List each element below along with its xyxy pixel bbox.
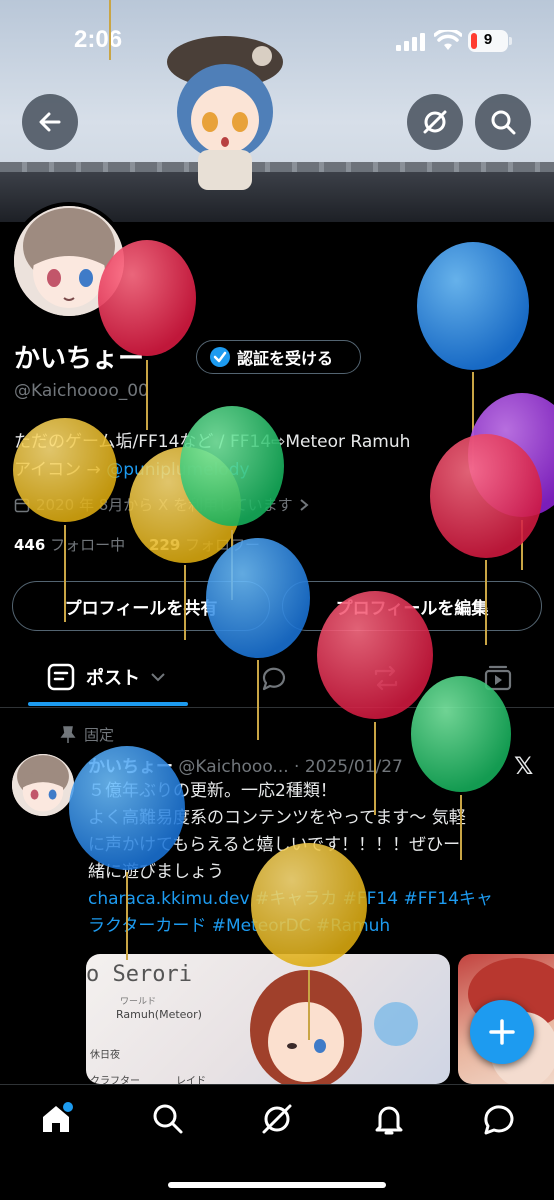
post-links-line-1[interactable]: characa.kkimu.dev #キャラカ #FF14 #FF14キャ — [88, 886, 544, 913]
profile-tabs: ポスト — [0, 648, 554, 708]
profile-avatar[interactable] — [10, 202, 128, 320]
post-body[interactable]: ５億年ぶりの更新。一応2種類！ よく高難易度系のコンテンツをやってます〜 気軽 … — [88, 778, 544, 940]
chevron-down-icon — [151, 673, 165, 682]
calendar-icon — [14, 498, 30, 512]
following-label: フォロー中 — [50, 536, 126, 554]
followers-count: 229 — [148, 536, 181, 554]
bio-line-1: ただのゲーム垢/FF14など / FF14⇨Meteor Ramuh — [14, 432, 411, 452]
pin-icon — [60, 725, 76, 743]
profile-display-name: かいちょー — [14, 344, 145, 374]
tab-media-icon[interactable] — [482, 662, 514, 694]
battery-icon: 9 — [468, 30, 508, 52]
post-avatar-illustration — [12, 754, 74, 816]
search-icon — [491, 110, 516, 135]
chevron-right-icon — [299, 498, 309, 511]
battery-level: 9 — [483, 31, 493, 48]
tab-active-indicator — [28, 702, 188, 706]
following-link[interactable]: 446 フォロー中 — [14, 536, 125, 554]
plus-icon — [489, 1019, 515, 1045]
card-character-portrait — [250, 970, 418, 1084]
edit-profile-button[interactable]: プロフィールを編集 — [282, 581, 542, 631]
post-line-2: よく高難易度系のコンテンツをやってます〜 気軽 — [88, 808, 466, 828]
pinned-indicator: 固定 — [60, 724, 114, 745]
following-count: 446 — [14, 536, 46, 554]
post-line-3: に声かけてもらえると嬉しいです！！！！ぜひー — [88, 835, 461, 855]
card-title: o Serori — [86, 962, 192, 987]
tab-posts-label: ポスト — [86, 668, 140, 689]
home-icon[interactable] — [38, 1101, 74, 1137]
cellular-signal-icon — [396, 33, 425, 51]
compose-post-button[interactable] — [470, 1000, 534, 1064]
bio-mention-link[interactable]: @puniplumelody — [106, 460, 249, 480]
balloon-blue-2 — [206, 538, 310, 740]
messages-icon[interactable] — [481, 1101, 517, 1137]
grok-nav-icon[interactable] — [259, 1101, 295, 1137]
post-links-line-2[interactable]: ラクターカード #MeteorDC #Ramuh — [88, 913, 544, 940]
share-profile-button[interactable]: プロフィールを共有 — [12, 581, 270, 631]
card-crafter: クラフター — [90, 1076, 140, 1084]
tab-replies-icon[interactable] — [258, 662, 290, 694]
avatar-illustration — [14, 206, 124, 316]
pinned-label: 固定 — [84, 726, 115, 744]
x-logo-icon: 𝕏 — [514, 752, 534, 780]
bio-icon-credit: アイコン → — [14, 460, 107, 480]
post-header: かいちょー @Kaichooo... · 2025/01/27 — [88, 752, 403, 777]
posts-tab-icon — [47, 663, 75, 691]
post-line-1: ５億年ぶりの更新。一応2種類！ — [88, 781, 337, 801]
profile-handle: @Kaichoooo_00 — [14, 381, 149, 401]
status-bar: 2:06 9 — [0, 0, 554, 80]
post-author-name[interactable]: かいちょー — [88, 757, 173, 777]
joined-date-text: 2020 年 8月から X を利用しています — [36, 496, 293, 514]
get-verified-button[interactable]: 認証を受ける — [196, 340, 361, 374]
back-button[interactable] — [22, 94, 78, 150]
tab-posts[interactable]: ポスト — [46, 662, 166, 692]
post-line-4: 緒に遊びましょう — [88, 862, 224, 882]
joined-date[interactable]: 2020 年 8月から X を利用しています — [14, 494, 309, 515]
post-date: · 2025/01/27 — [294, 757, 403, 777]
home-indicator — [168, 1182, 386, 1188]
status-time: 2:06 — [74, 26, 123, 53]
search-nav-icon[interactable] — [150, 1101, 186, 1137]
search-button[interactable] — [475, 94, 531, 150]
verified-badge-icon — [210, 347, 230, 367]
grok-icon — [423, 110, 447, 134]
profile-bio: ただのゲーム垢/FF14など / FF14⇨Meteor Ramuh アイコン … — [14, 428, 544, 484]
follow-stats: 446 フォロー中 229 フォロワー — [14, 534, 260, 555]
notifications-icon[interactable] — [371, 1101, 407, 1137]
card-rest: 休日夜 — [90, 1050, 120, 1061]
followers-label: フォロワー — [185, 536, 261, 554]
post-author-handle[interactable]: @Kaichooo... — [178, 757, 288, 777]
battery-tip — [509, 37, 512, 45]
get-verified-label: 認証を受ける — [237, 349, 334, 368]
bio-line-2: アイコン → @puniplumelody — [14, 456, 544, 484]
followers-link[interactable]: 229 フォロワー — [149, 536, 260, 554]
tab-reposts-icon[interactable] — [370, 662, 402, 694]
post-author-avatar[interactable] — [12, 754, 74, 816]
card-world: Ramuh(Meteor) — [116, 1008, 202, 1021]
card-world-label: ワールド — [120, 997, 157, 1007]
arrow-left-icon — [39, 112, 61, 132]
post-image-character-card[interactable]: o Serori ワールド Ramuh(Meteor) 休日夜 クラフター レイ… — [86, 954, 450, 1084]
grok-button[interactable] — [407, 94, 463, 150]
wifi-icon — [434, 30, 462, 50]
